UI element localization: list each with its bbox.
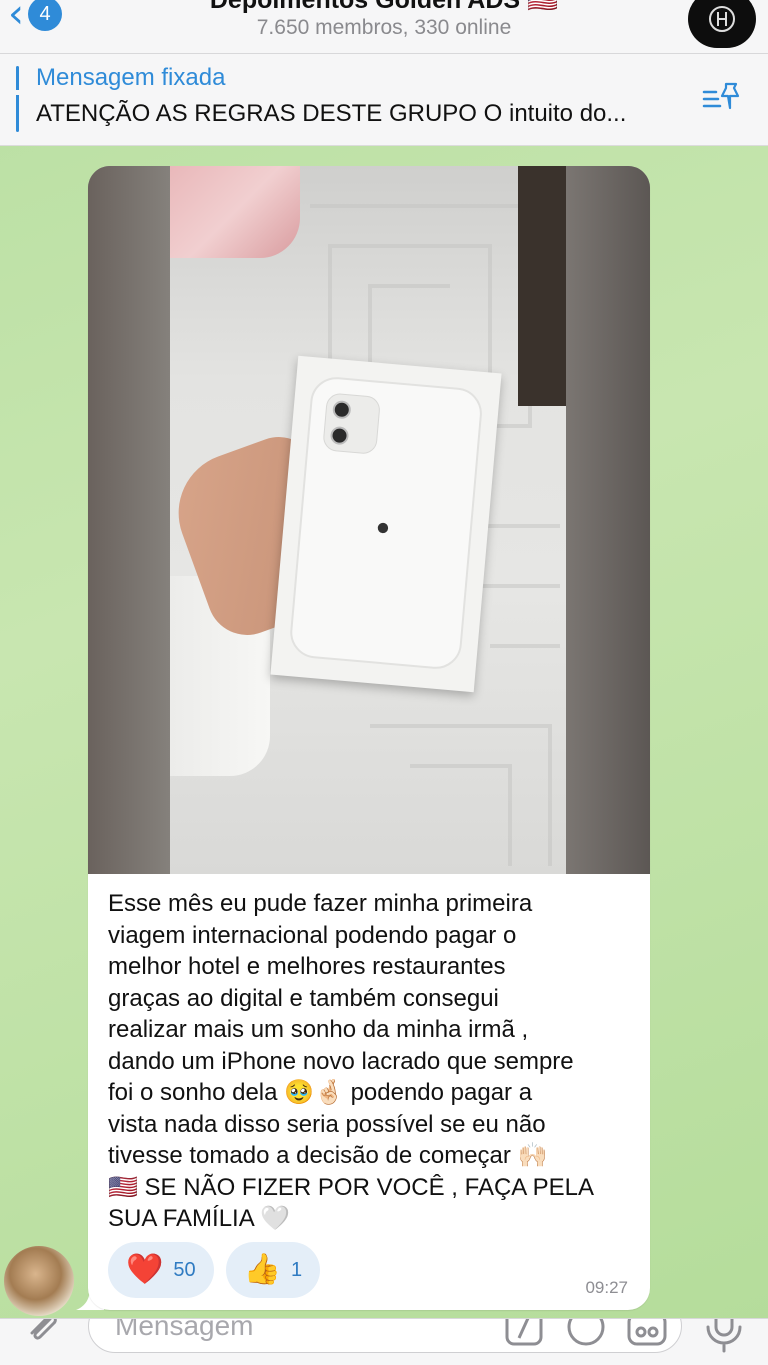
attach-button[interactable] [20,1319,64,1354]
reaction-heart[interactable]: ❤️ 50 [108,1242,214,1298]
slash-command-icon[interactable] [503,1318,545,1348]
composer-bar: Mensagem [0,1318,768,1365]
reaction-count: 1 [290,1258,303,1281]
reactions: ❤️ 50 👍 1 [108,1242,321,1298]
heart-icon: ❤️ [126,1253,164,1286]
group-avatar[interactable] [688,0,756,48]
pinned-text: ATENÇÃO AS REGRAS DESTE GRUPO O intuito … [36,100,627,127]
message-bubble[interactable]: ● Esse mês eu pude fazer minha primeira … [88,166,650,1310]
pinned-indicator [16,66,19,132]
apple-logo-icon: ● [374,513,392,542]
microphone-button[interactable] [702,1319,746,1358]
message-text: Esse mês eu pude fazer minha primeira vi… [108,890,594,1232]
sticker-icon[interactable] [565,1318,607,1348]
paperclip-icon [30,1319,57,1340]
microphone-icon [706,1319,742,1353]
chat-subtitle: 7.650 membros, 330 online [256,16,512,39]
thumbs-up-icon: 👍 [243,1253,281,1286]
message-time: 09:27 [585,1278,628,1297]
pink-cloth [170,166,300,258]
message-input-placeholder: Mensagem [115,1318,254,1341]
reaction-count: 50 [173,1258,196,1281]
chat-header: ‹ 4 Depoimentos Golden ADS 🇺🇸 7.650 memb… [0,0,768,54]
pin-list-icon[interactable] [702,80,742,119]
sender-avatar[interactable] [4,1246,74,1316]
message-photo[interactable]: ● [88,166,650,874]
iphone: ● [288,375,485,671]
reaction-thumbs-up[interactable]: 👍 1 [225,1242,321,1298]
chat-title[interactable]: Depoimentos Golden ADS 🇺🇸 [0,0,768,15]
message-input[interactable]: Mensagem [88,1318,682,1353]
iphone-box: ● [270,355,502,693]
camera-module [322,392,382,455]
group-logo-icon [709,6,735,32]
pinned-message-bar[interactable]: Mensagem fixada ATENÇÃO AS REGRAS DESTE … [0,54,768,146]
pinned-label: Mensagem fixada [36,64,226,91]
gift-icon[interactable] [625,1318,669,1348]
